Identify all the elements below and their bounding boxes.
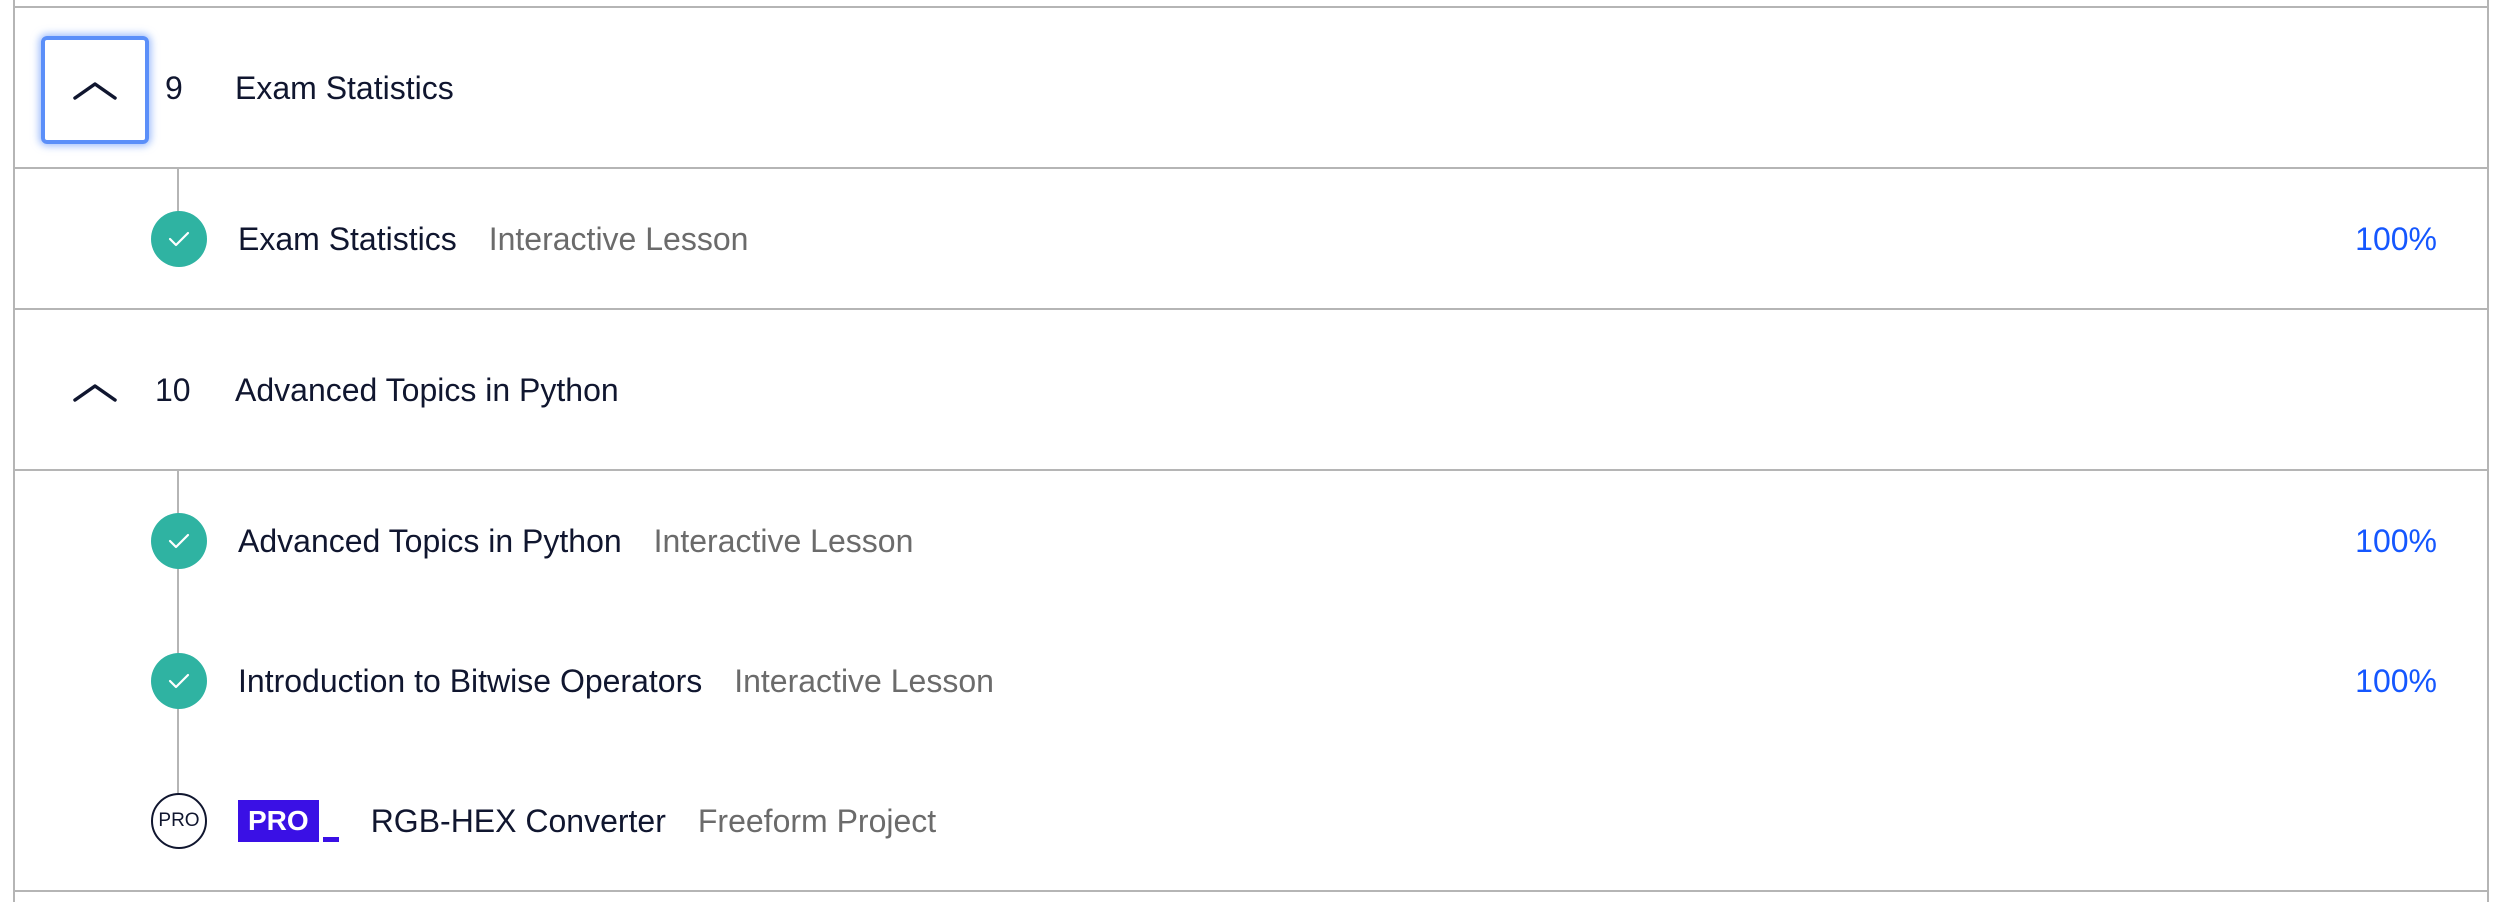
module-header-9[interactable]: 9 Exam Statistics (15, 8, 2487, 168)
lesson-text: PRO RGB-HEX Converter Freeform Project (238, 751, 936, 891)
module-title: Exam Statistics (235, 70, 454, 106)
lesson-progress[interactable]: 100% (2355, 471, 2437, 611)
lesson-text: Exam Statistics Interactive Lesson (238, 169, 748, 309)
module-title: Advanced Topics in Python (235, 372, 619, 408)
lesson-title[interactable]: Introduction to Bitwise Operators (238, 663, 702, 700)
pro-badge: PRO (238, 800, 339, 842)
pro-badge-label: PRO (238, 800, 319, 842)
completed-status (151, 653, 207, 709)
lesson-title[interactable]: Advanced Topics in Python (238, 523, 622, 560)
collapse-module-button[interactable] (41, 338, 149, 446)
lesson-text: Introduction to Bitwise Operators Intera… (238, 611, 994, 751)
module-header-10[interactable]: 10 Advanced Topics in Python (15, 310, 2487, 470)
check-icon (168, 533, 190, 549)
module-number: 10 (155, 372, 191, 408)
collapse-module-button[interactable] (41, 36, 149, 144)
pro-lock-status: PRO (151, 793, 207, 849)
lesson-type: Freeform Project (697, 802, 937, 839)
lesson-type: Interactive Lesson (734, 662, 994, 699)
lesson-title[interactable]: RGB-HEX Converter (371, 803, 666, 840)
lesson-type: Interactive Lesson (488, 220, 749, 257)
pro-cursor-mark (322, 837, 339, 842)
lesson-text: Advanced Topics in Python Interactive Le… (238, 471, 913, 611)
list-item[interactable]: Advanced Topics in Python Interactive Le… (15, 471, 2487, 611)
lesson-title[interactable]: Exam Statistics (238, 221, 457, 258)
chevron-up-icon (73, 82, 117, 100)
completed-status (151, 513, 207, 569)
lesson-progress[interactable]: 100% (2355, 169, 2437, 309)
lesson-progress[interactable]: 100% (2355, 611, 2437, 751)
list-item[interactable]: Introduction to Bitwise Operators Intera… (15, 611, 2487, 751)
completed-status (151, 211, 207, 267)
module-number: 9 (165, 70, 183, 106)
chevron-up-icon (73, 384, 117, 402)
list-item[interactable]: PRO PRO RGB-HEX Converter Freeform Proje… (15, 751, 2487, 891)
list-item[interactable]: Exam Statistics Interactive Lesson 100% (15, 169, 2487, 309)
check-icon (168, 673, 190, 689)
check-icon (168, 231, 190, 247)
lesson-type: Interactive Lesson (653, 522, 914, 559)
